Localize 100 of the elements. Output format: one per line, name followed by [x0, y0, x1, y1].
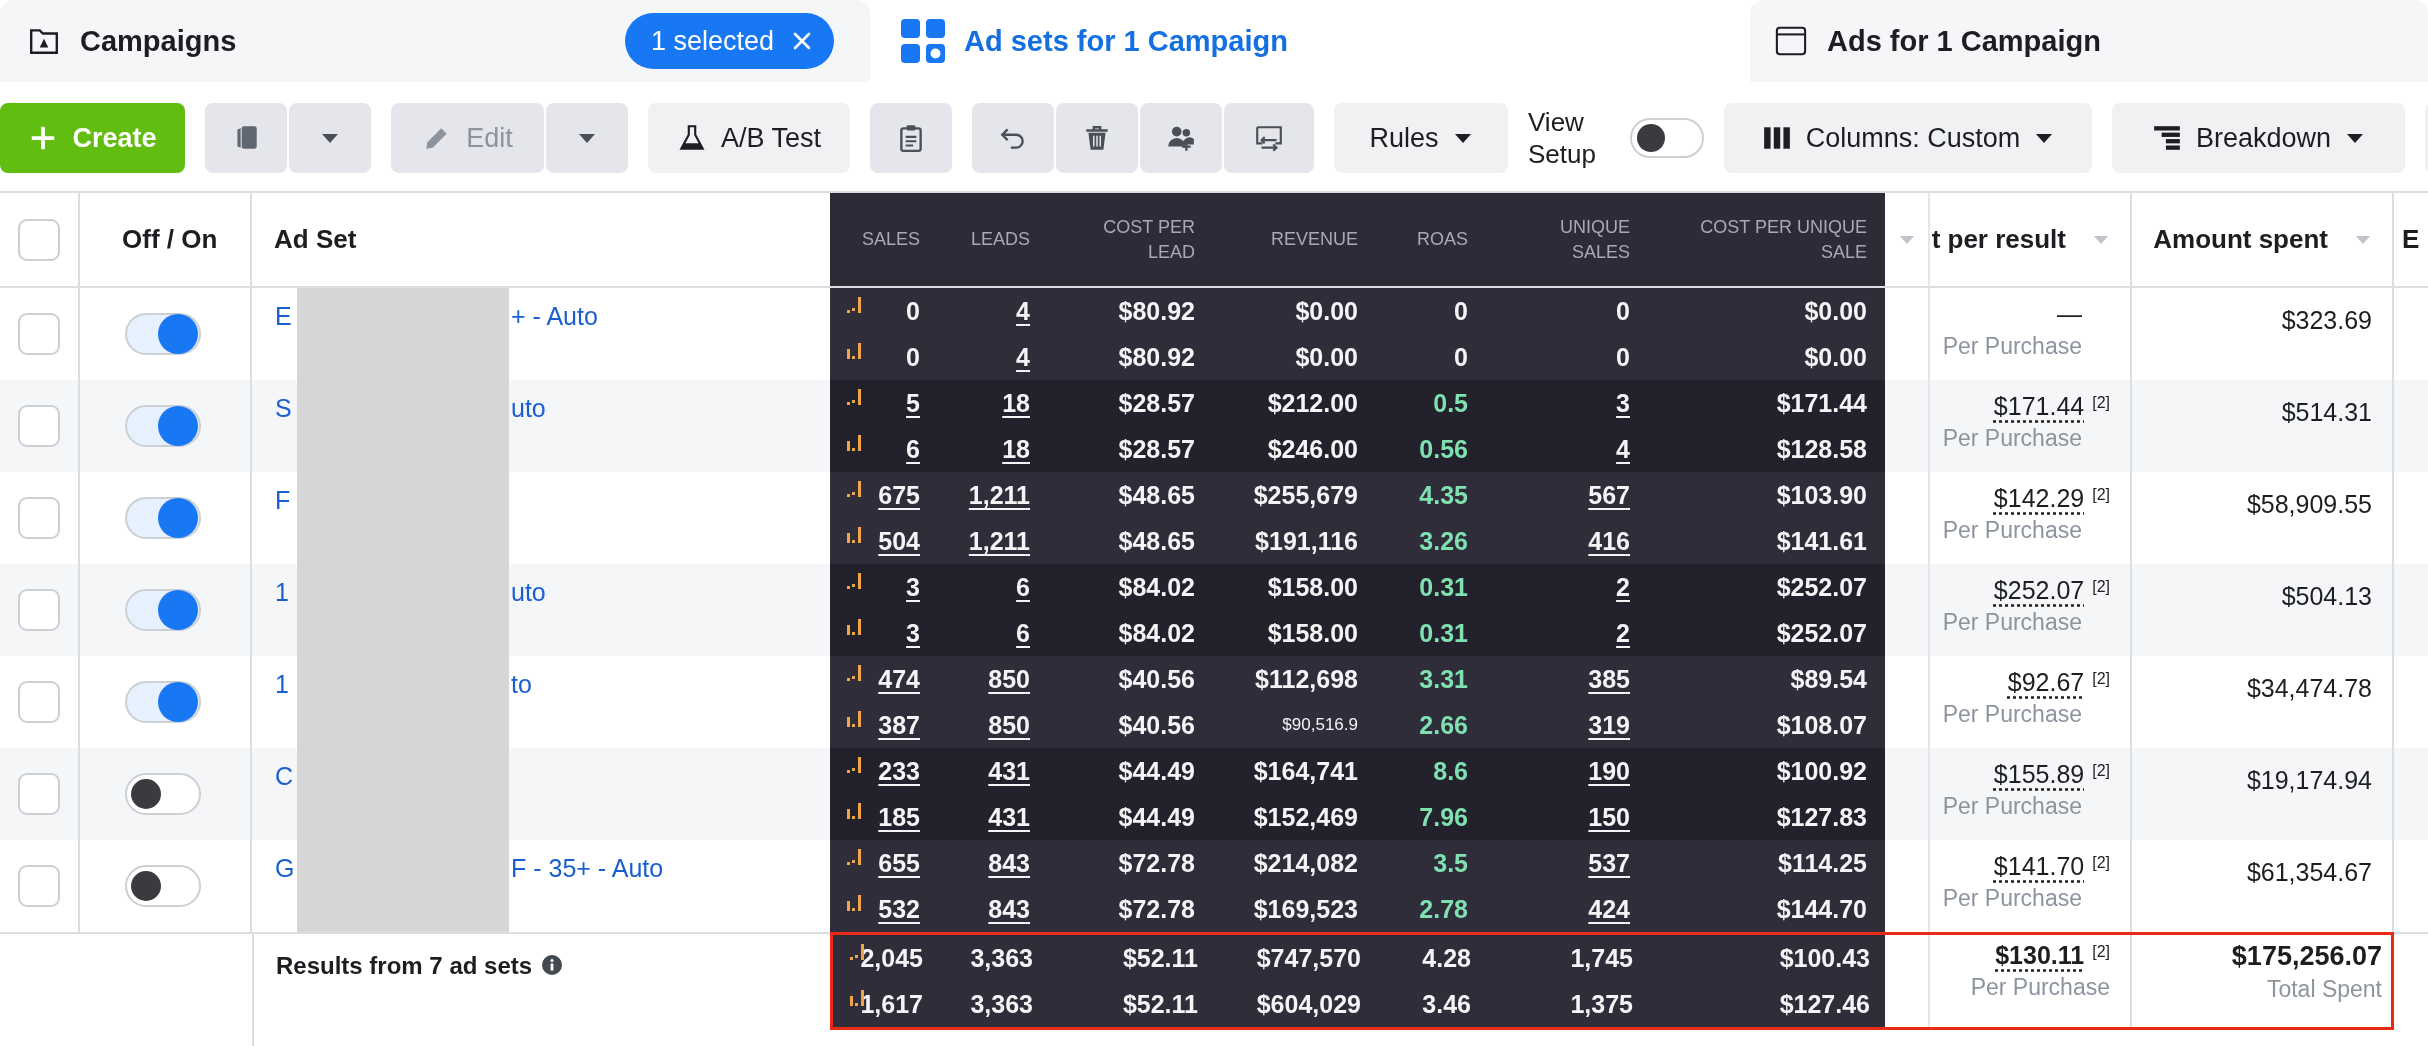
column-header[interactable]: Amount spent	[2153, 224, 2328, 255]
select-all-checkbox[interactable]	[18, 218, 60, 261]
metric-link[interactable]: 6	[1016, 618, 1030, 647]
metric-link[interactable]: 1,211	[968, 526, 1030, 555]
metric-link[interactable]: 2	[1616, 572, 1630, 601]
metric-header[interactable]: COST PER LEAD	[1040, 215, 1205, 264]
name-fragment[interactable]: to	[509, 656, 532, 699]
row-checkbox[interactable]	[18, 405, 60, 447]
breakdown-button[interactable]: Breakdown	[2112, 103, 2405, 173]
row-checkbox[interactable]	[18, 865, 60, 907]
metric-link[interactable]: 150	[1588, 802, 1630, 831]
metric-link[interactable]: 6	[1016, 572, 1030, 601]
metric-link[interactable]: 655	[878, 848, 920, 877]
metric-link[interactable]: 18	[1002, 388, 1030, 417]
metric-header[interactable]: REVENUE	[1205, 227, 1368, 252]
row-checkbox[interactable]	[18, 313, 60, 355]
metric-link[interactable]: 4	[1016, 342, 1030, 371]
toggle-switch[interactable]	[125, 497, 201, 539]
metric-link[interactable]: 567	[1588, 480, 1630, 509]
metric-link[interactable]: 3	[906, 618, 920, 647]
metric-link[interactable]: 532	[878, 894, 920, 923]
metric-link[interactable]: 387	[878, 710, 920, 739]
metric-link[interactable]: 843	[988, 848, 1030, 877]
toggle-switch[interactable]	[125, 313, 201, 355]
metric-link[interactable]: 431	[988, 802, 1030, 831]
metric-link[interactable]: 1,211	[968, 480, 1030, 509]
name-fragment[interactable]: G	[275, 840, 297, 883]
name-fragment[interactable]: F	[275, 472, 297, 515]
column-header[interactable]: Off / On	[122, 224, 218, 255]
name-fragment[interactable]: + - Auto	[509, 288, 598, 331]
metric-link[interactable]: 233	[878, 756, 920, 785]
metric-header[interactable]: LEADS	[930, 227, 1040, 252]
share-button[interactable]	[1140, 103, 1222, 173]
undo-button[interactable]	[972, 103, 1054, 173]
column-header[interactable]: t per result	[1931, 224, 2066, 255]
metric-header[interactable]: ROAS	[1368, 227, 1478, 252]
close-icon[interactable]	[792, 31, 812, 51]
metric-value: $604,029	[1256, 989, 1361, 1018]
delete-button[interactable]	[1056, 103, 1138, 173]
metric-header[interactable]: SALES	[830, 227, 930, 252]
name-fragment[interactable]: 1	[275, 564, 297, 607]
name-fragment[interactable]: S	[275, 380, 297, 423]
metric-link[interactable]: 416	[1588, 526, 1630, 555]
column-header[interactable]: E	[2402, 224, 2420, 255]
metric-link[interactable]: 537	[1588, 848, 1630, 877]
tab[interactable]: Ads for 1 Campaign	[1750, 0, 2428, 82]
bar-chart-icon	[846, 801, 862, 821]
test-button[interactable]: A/B Test	[648, 103, 850, 173]
metric-link[interactable]: 190	[1588, 756, 1630, 785]
toggle-switch[interactable]	[125, 589, 201, 631]
metric-link[interactable]: 3	[1616, 388, 1630, 417]
metric-value: $0.00	[1295, 342, 1358, 371]
paste-button[interactable]	[870, 103, 952, 173]
name-fragment[interactable]: E	[275, 288, 297, 331]
metric-link[interactable]: 675	[878, 480, 920, 509]
metric-link[interactable]: 2	[1616, 618, 1630, 647]
row-checkbox[interactable]	[18, 497, 60, 539]
metric-link[interactable]: 474	[878, 664, 920, 693]
metric-link[interactable]: 4	[1616, 434, 1630, 463]
tab[interactable]: Campaigns 1 selected	[0, 0, 870, 82]
metric-link[interactable]: 385	[1588, 664, 1630, 693]
metric-link[interactable]: 6	[906, 434, 920, 463]
toggle-switch[interactable]	[125, 773, 201, 815]
metric-value: $152,469	[1253, 802, 1358, 831]
metric-header[interactable]: UNIQUE SALES	[1478, 215, 1640, 264]
metric-link[interactable]: 4	[1016, 296, 1030, 325]
metric-link[interactable]: 850	[988, 710, 1030, 739]
name-fragment[interactable]: uto	[509, 380, 546, 423]
metric-link[interactable]: 319	[1588, 710, 1630, 739]
row-checkbox[interactable]	[18, 589, 60, 631]
metric-link[interactable]: 850	[988, 664, 1030, 693]
name-fragment[interactable]: 1	[275, 656, 297, 699]
rules-button[interactable]: Rules	[1334, 103, 1508, 173]
duplicate-button[interactable]	[205, 103, 287, 173]
name-fragment[interactable]: F - 35+ - Auto	[509, 840, 664, 883]
metric-header[interactable]: COST PER UNIQUE SALE	[1640, 215, 1885, 264]
column-header[interactable]: Ad Set	[274, 224, 357, 255]
metric-link[interactable]: 431	[988, 756, 1030, 785]
metric-link[interactable]: 185	[878, 802, 920, 831]
swap-button[interactable]	[1224, 103, 1314, 173]
metric-link[interactable]: 3	[906, 572, 920, 601]
toggle-switch[interactable]	[125, 865, 201, 907]
metric-link[interactable]: 18	[1002, 434, 1030, 463]
view-setup-toggle[interactable]	[1630, 118, 1704, 158]
metric-link[interactable]: 504	[878, 526, 920, 555]
metric-link[interactable]: 5	[906, 388, 920, 417]
metric-value: 0	[906, 342, 920, 371]
metric-value: $214,082	[1253, 848, 1358, 877]
toggle-switch[interactable]	[125, 405, 201, 447]
columns-button[interactable]: Columns: Custom	[1724, 103, 2092, 173]
metric-value: $127.83	[1776, 802, 1867, 831]
row-checkbox[interactable]	[18, 773, 60, 815]
name-fragment[interactable]: C	[275, 748, 297, 791]
name-fragment[interactable]: uto	[509, 564, 546, 607]
selection-badge[interactable]: 1 selected	[624, 13, 834, 69]
toggle-switch[interactable]	[125, 681, 201, 723]
metric-link[interactable]: 424	[1588, 894, 1630, 923]
metric-link[interactable]: 843	[988, 894, 1030, 923]
info-icon[interactable]	[542, 955, 563, 975]
row-checkbox[interactable]	[18, 681, 60, 723]
